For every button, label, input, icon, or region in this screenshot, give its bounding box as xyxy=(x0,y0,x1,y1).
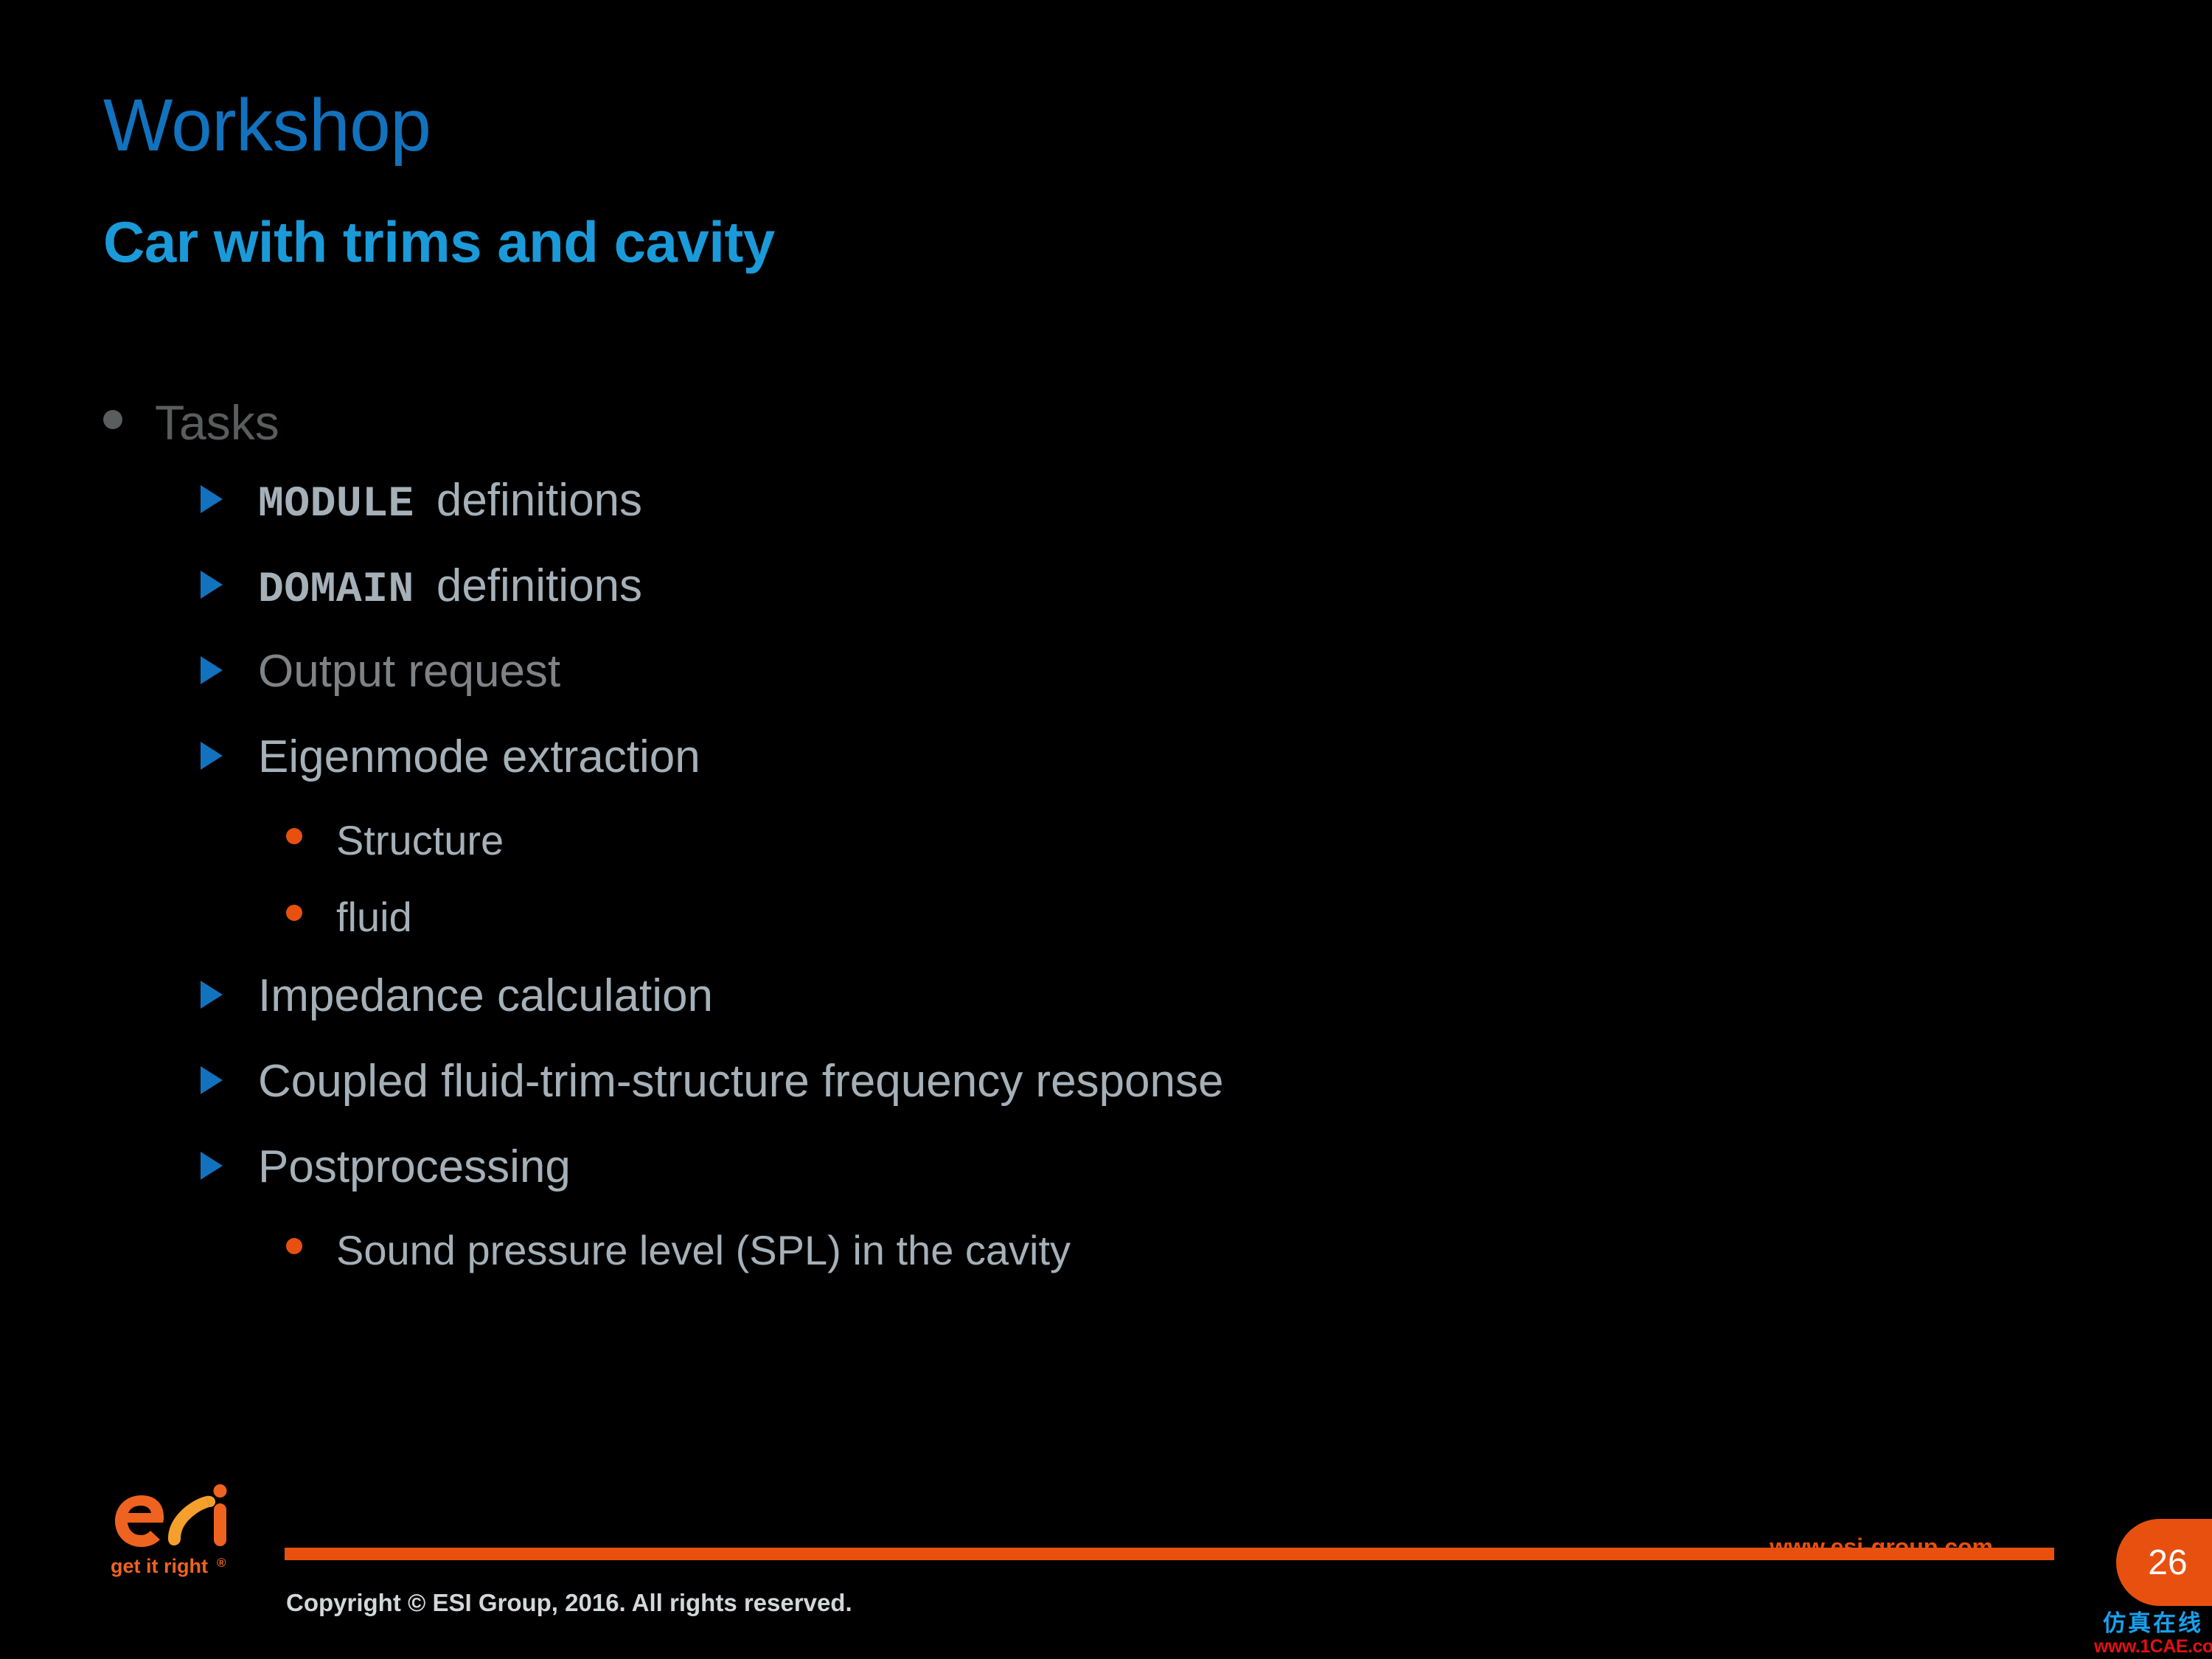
module-keyword: MODULE xyxy=(258,481,414,529)
triangle-bullet-icon xyxy=(201,571,223,599)
list-item-label: Structure xyxy=(336,817,504,863)
page-title: Workshop xyxy=(103,84,431,167)
triangle-bullet-icon xyxy=(201,1066,223,1094)
round-dot-bullet-icon xyxy=(103,410,122,429)
list-item-label: Eigenmode extraction xyxy=(258,731,700,782)
triangle-bullet-icon xyxy=(201,742,223,770)
watermark-en-text: www.1CAE.com xyxy=(2094,1636,2212,1657)
list-item-label: Impedance calculation xyxy=(258,970,713,1021)
copyright-text: Copyright © ESI Group, 2016. All rights … xyxy=(286,1589,852,1616)
orange-dot-bullet-icon xyxy=(286,1238,302,1254)
list-item-text: definitions xyxy=(436,475,643,526)
list-item-output-request: Output request xyxy=(0,649,2138,734)
orange-dot-bullet-icon xyxy=(286,905,302,921)
domain-keyword: DOMAIN xyxy=(258,566,414,614)
list-item-coupled-response: Coupled fluid-trim-structure frequency r… xyxy=(0,1059,2138,1144)
svg-text:®: ® xyxy=(217,1556,226,1570)
esi-logo: get it right ® xyxy=(97,1471,245,1582)
triangle-bullet-icon xyxy=(201,485,223,513)
list-item-spl: Sound pressure level (SPL) in the cavity xyxy=(0,1230,2138,1307)
list-item-label: Postprocessing xyxy=(258,1141,571,1192)
list-item-label: Output request xyxy=(258,646,561,697)
list-item-impedance-calculation: Impedance calculation xyxy=(0,973,2138,1059)
list-item-label: Coupled fluid-trim-structure frequency r… xyxy=(258,1056,1224,1107)
list-item-label: MODULE definitions xyxy=(258,478,642,526)
svg-text:get it right: get it right xyxy=(111,1555,208,1577)
triangle-bullet-icon xyxy=(201,656,223,684)
list-item-label: Tasks xyxy=(155,395,279,450)
list-item-structure: Structure xyxy=(0,820,2138,897)
list-item-label: DOMAIN definitions xyxy=(258,563,642,612)
list-item-label: Sound pressure level (SPL) in the cavity xyxy=(336,1227,1071,1273)
website-link[interactable]: www.esi-group.com xyxy=(1770,1534,1993,1561)
list-item-module: MODULE definitions xyxy=(0,478,2138,563)
triangle-bullet-icon xyxy=(201,1152,223,1180)
list-item-text: definitions xyxy=(436,560,643,611)
list-item-postprocessing: Postprocessing xyxy=(0,1144,2138,1230)
page-subtitle: Car with trims and cavity xyxy=(103,209,775,274)
orange-dot-bullet-icon xyxy=(286,828,302,844)
slide-canvas: Workshop Car with trims and cavity Tasks… xyxy=(0,0,2212,1659)
watermark: 仿真在线 www.1CAE.com xyxy=(2094,1610,2212,1659)
bullet-list: Tasks MODULE definitions DOMAIN definition… xyxy=(0,398,2138,1307)
list-item-fluid: fluid xyxy=(0,897,2138,973)
list-item-label: fluid xyxy=(336,894,412,940)
watermark-cn-text: 仿真在线 xyxy=(2103,1610,2203,1637)
list-item-eigenmode-extraction: Eigenmode extraction xyxy=(0,734,2138,820)
triangle-bullet-icon xyxy=(201,981,223,1009)
list-item-domain: DOMAIN definitions xyxy=(0,563,2138,649)
page-number-badge: 26 xyxy=(2116,1519,2212,1606)
list-item-tasks: Tasks xyxy=(0,398,2138,478)
